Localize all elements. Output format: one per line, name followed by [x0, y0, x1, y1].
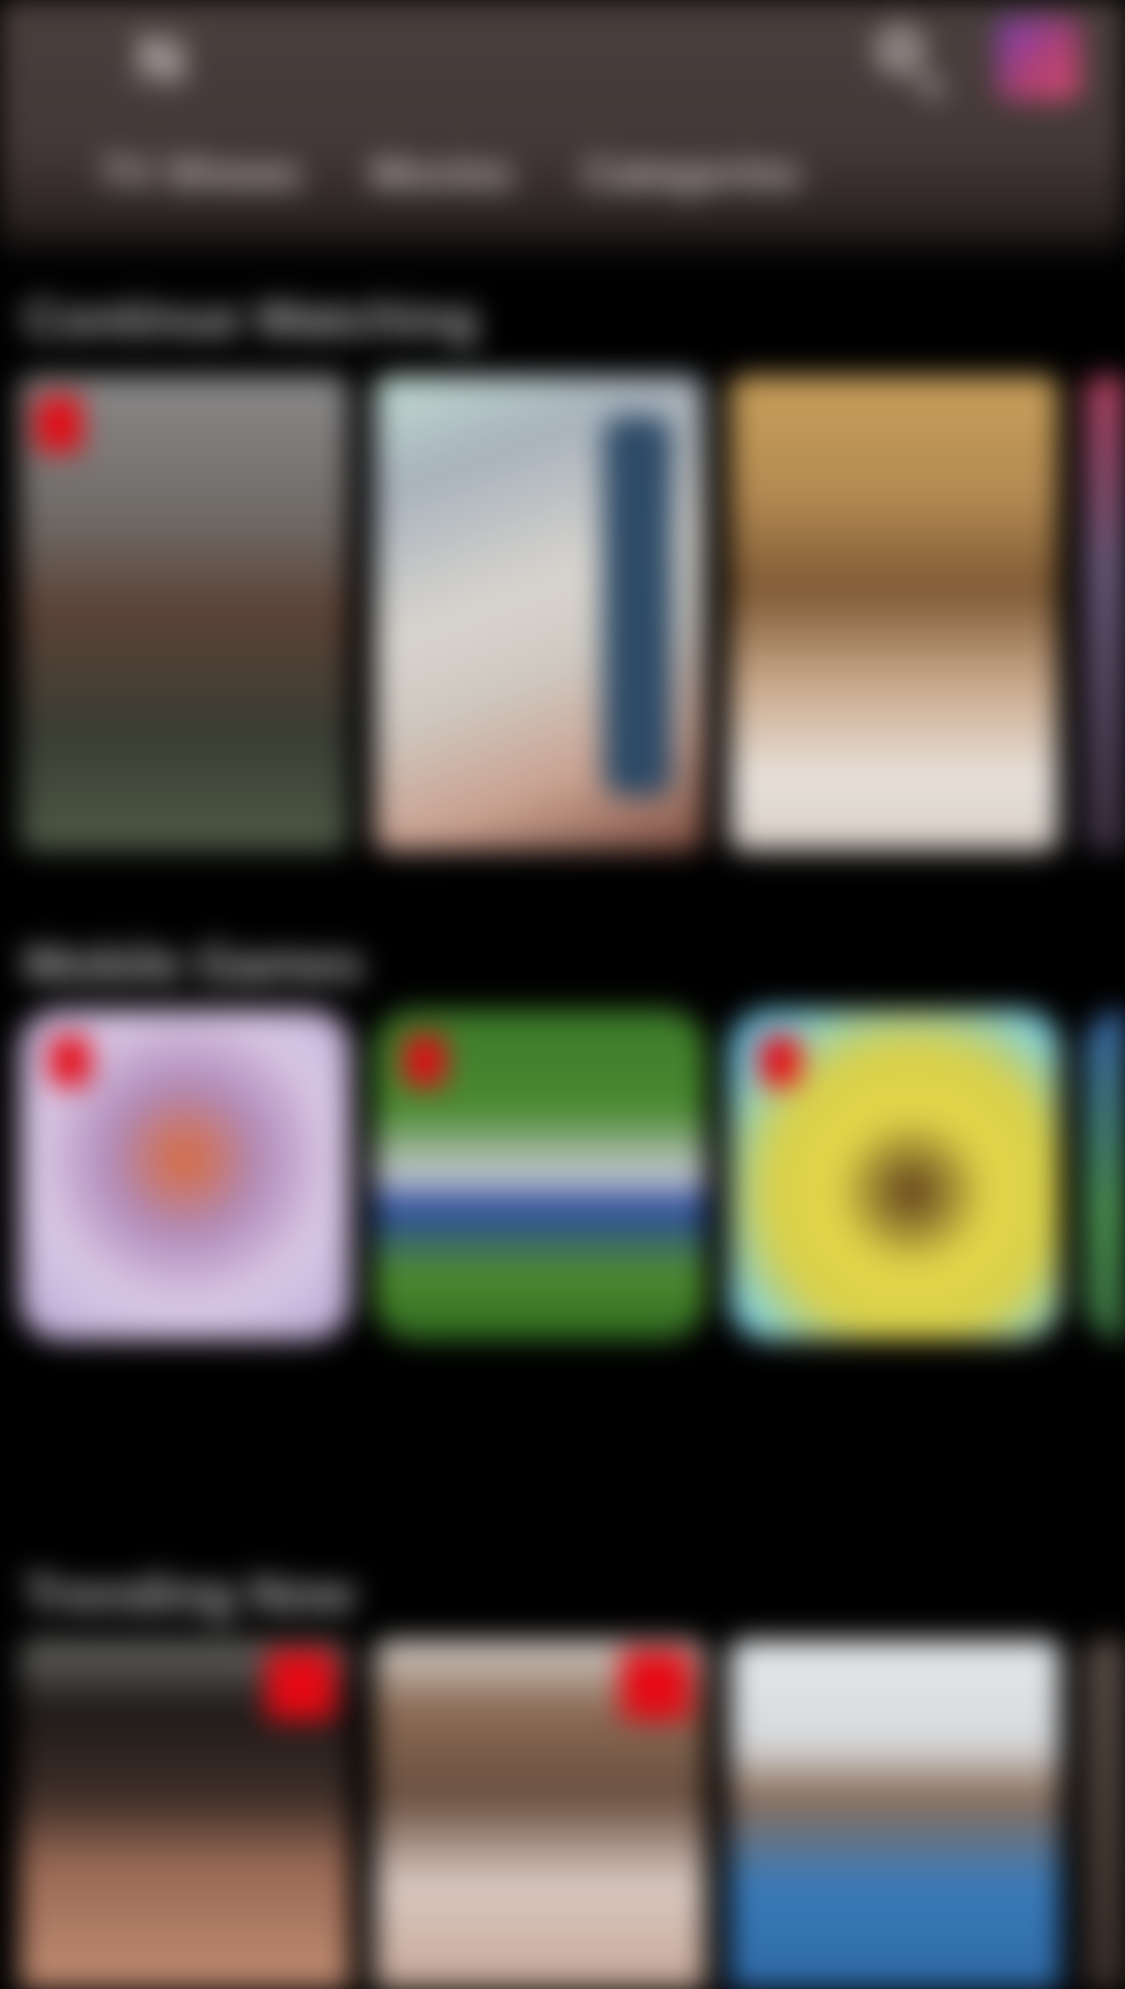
poster-card[interactable]: [1085, 1640, 1125, 1989]
row-title-mobile-games: Mobile Games: [24, 936, 363, 992]
search-icon[interactable]: [868, 18, 950, 100]
netflix-badge-icon: [50, 1036, 90, 1086]
netflix-badge-icon: [760, 1036, 800, 1086]
game-tile[interactable]: [375, 1010, 705, 1340]
profile-avatar[interactable]: [998, 18, 1080, 100]
game-tile[interactable]: [20, 1010, 350, 1340]
nav-movies[interactable]: Movies: [371, 150, 513, 198]
top-10-badge-icon: [621, 1650, 691, 1720]
nav-categories[interactable]: Categories: [583, 150, 800, 198]
poster-card[interactable]: [1085, 376, 1125, 851]
game-tile[interactable]: [730, 1010, 1060, 1340]
app-screen: N TV Shows Movies Categories Continue Wa…: [0, 0, 1125, 1989]
netflix-badge-icon: [405, 1036, 445, 1086]
netflix-badge-icon: [36, 396, 82, 452]
logo-glyph: N: [137, 23, 185, 95]
poster-card[interactable]: [375, 1640, 705, 1989]
top-10-badge-icon: [266, 1650, 336, 1720]
row-title-trending-now: Trending Now: [24, 1566, 355, 1622]
row-title-continue-watching: Continue Watching: [24, 291, 478, 347]
top-header: N TV Shows Movies Categories: [0, 0, 1125, 262]
poster-card[interactable]: [730, 376, 1058, 851]
poster-card[interactable]: [20, 1640, 350, 1989]
nav-tv-shows[interactable]: TV Shows: [100, 150, 301, 198]
poster-card[interactable]: [20, 376, 348, 851]
header-nav: TV Shows Movies Categories: [100, 150, 800, 198]
brand-logo[interactable]: N: [122, 20, 200, 98]
game-tile[interactable]: [1085, 1010, 1125, 1340]
poster-card[interactable]: [730, 1640, 1060, 1989]
poster-card[interactable]: [375, 376, 703, 851]
